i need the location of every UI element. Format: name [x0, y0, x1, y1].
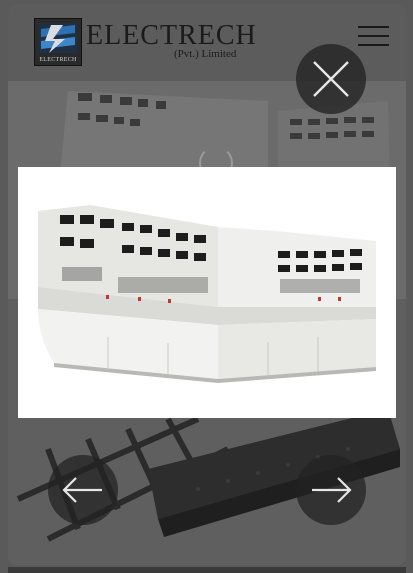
close-icon: [313, 61, 349, 97]
hamburger-menu-icon[interactable]: [358, 26, 389, 46]
arrow-right-icon: [312, 477, 352, 503]
logo-emblem-caption: ELECTRECH: [39, 57, 77, 63]
arrow-left-icon: [62, 477, 102, 503]
page-footer-strip: [8, 567, 406, 573]
lightbox-image: [18, 167, 396, 418]
close-button[interactable]: [296, 44, 366, 114]
company-logo[interactable]: ELECTRECH ELECTRECH (Pvt.) Limited: [34, 18, 256, 68]
next-image-button[interactable]: [296, 455, 366, 525]
company-suffix: (Pvt.) Limited: [174, 48, 237, 60]
logo-emblem: ELECTRECH: [34, 18, 82, 66]
control-panel-desk-image: [18, 167, 396, 418]
previous-image-button[interactable]: [48, 455, 118, 525]
